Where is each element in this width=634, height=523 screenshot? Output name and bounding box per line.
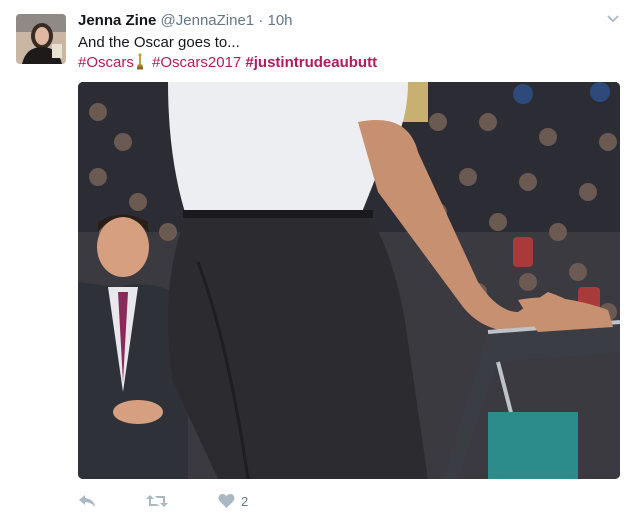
tweet-hashtags: #Oscars #Oscars2017 #justintrudeaubutt (78, 53, 377, 76)
tweet-text: And the Oscar goes to... (78, 34, 240, 51)
separator-dot: · (258, 12, 264, 29)
hashtag-justintrudeaubutt[interactable]: #justintrudeaubutt (245, 54, 377, 71)
tweet-timestamp[interactable]: 10h (268, 12, 293, 29)
avatar[interactable] (16, 14, 66, 64)
tweet-header: Jenna Zine @JennaZine1 · 10h (78, 12, 293, 30)
author-handle[interactable]: @JennaZine1 (161, 12, 255, 29)
retweet-icon (146, 493, 168, 509)
reply-button[interactable] (78, 493, 96, 509)
like-count: 2 (241, 493, 249, 509)
hashtag-oscars[interactable]: #Oscars (78, 54, 134, 71)
heart-icon (218, 493, 235, 509)
tweet-photo[interactable] (78, 82, 620, 479)
tweet-actions: 2 (78, 491, 298, 511)
oscar-statuette-icon (136, 53, 144, 76)
hashtag-oscars2017[interactable]: #Oscars2017 (152, 54, 241, 71)
author-name[interactable]: Jenna Zine (78, 12, 156, 29)
reply-icon (78, 493, 96, 509)
chevron-down-icon[interactable] (606, 12, 620, 26)
tweet-card: Jenna Zine @JennaZine1 · 10h And the Osc… (0, 0, 634, 523)
like-button[interactable]: 2 (218, 493, 248, 509)
retweet-button[interactable] (146, 493, 168, 509)
